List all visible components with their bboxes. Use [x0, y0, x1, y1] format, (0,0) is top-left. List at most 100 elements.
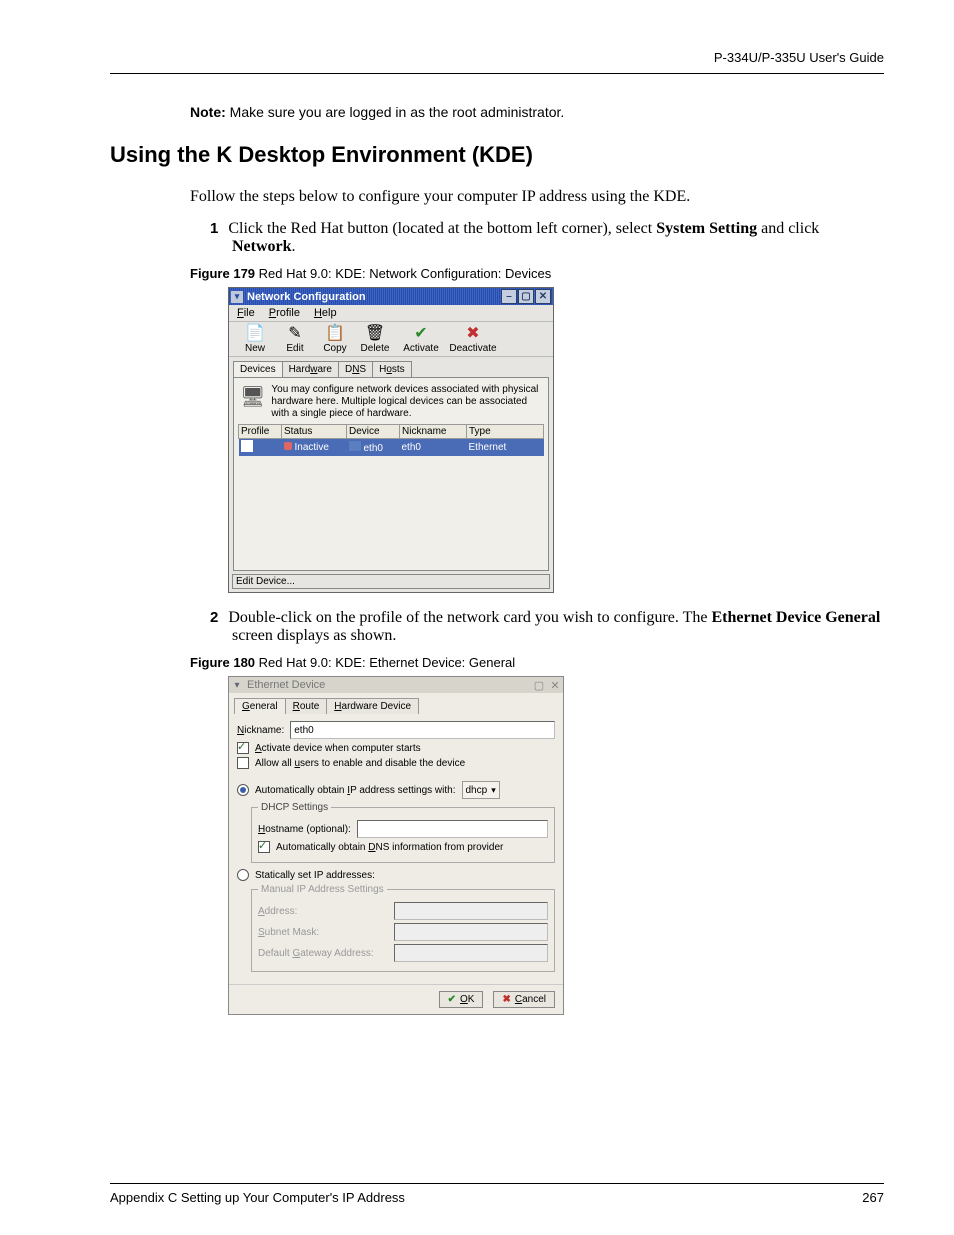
list-empty-area	[238, 456, 544, 566]
network-config-window: ▾ Network Configuration – ▢ ✕ File Profi…	[228, 287, 554, 593]
cell-device: eth0	[347, 439, 400, 457]
tab-hosts[interactable]: Hosts	[372, 361, 412, 377]
devices-table: Profile Status Device Nickname Type Inac…	[238, 424, 544, 456]
allow-users-checkbox[interactable]	[237, 757, 249, 769]
table-row[interactable]: Inactive eth0 eth0 Ethernet	[239, 439, 544, 457]
static-ip-row: Statically set IP addresses:	[237, 869, 555, 881]
gateway-row: Default Gateway Address:	[258, 944, 548, 962]
menu-file[interactable]: File	[237, 307, 255, 319]
step-number: 2	[210, 609, 218, 626]
col-profile[interactable]: Profile	[239, 425, 282, 439]
devices-icon: 🖥	[240, 384, 265, 410]
hostname-input[interactable]	[357, 820, 548, 838]
menu-help[interactable]: Help	[314, 307, 337, 319]
toolbar-edit-label: Edit	[286, 343, 303, 354]
hostname-row: Hostname (optional):	[258, 820, 548, 838]
step-2-bold: Ethernet Device General	[711, 609, 880, 626]
figure-179-text: Red Hat 9.0: KDE: Network Configuration:…	[255, 266, 551, 281]
toolbar-new[interactable]: 📄New	[235, 324, 275, 354]
cell-nickname: eth0	[400, 439, 467, 457]
toolbar-copy[interactable]: 📋Copy	[315, 324, 355, 354]
minimize-button[interactable]: –	[501, 289, 517, 304]
auto-dns-label: Automatically obtain DNS information fro…	[276, 842, 503, 853]
statusbar: Edit Device...	[232, 574, 550, 589]
static-ip-radio[interactable]	[237, 869, 249, 881]
maximize-button[interactable]: ▢	[533, 679, 545, 691]
menu-profile[interactable]: Profile	[269, 307, 300, 319]
dhcp-fieldset: DHCP Settings Hostname (optional): Autom…	[251, 802, 555, 863]
page: P-334U/P-335U User's Guide Note: Make su…	[0, 0, 954, 1235]
cell-status: Inactive	[282, 439, 347, 457]
toolbar-copy-label: Copy	[323, 343, 346, 354]
delete-icon: 🗑	[365, 324, 385, 342]
figure-180-text: Red Hat 9.0: KDE: Ethernet Device: Gener…	[255, 655, 515, 670]
toolbar-edit[interactable]: ✎Edit	[275, 324, 315, 354]
cancel-button[interactable]: ✖Cancel	[493, 991, 555, 1008]
section-heading: Using the K Desktop Environment (KDE)	[110, 142, 884, 168]
auto-dns-checkbox[interactable]	[258, 841, 270, 853]
footer-left: Appendix C Setting up Your Computer's IP…	[110, 1190, 405, 1205]
auto-ip-radio[interactable]	[237, 784, 249, 796]
toolbar-delete-label: Delete	[361, 343, 390, 354]
note-label: Note:	[190, 104, 226, 120]
step-1: 1 Click the Red Hat button (located at t…	[210, 220, 884, 256]
maximize-button[interactable]: ▢	[518, 289, 534, 304]
hostname-label: Hostname (optional):	[258, 824, 351, 835]
device-text: eth0	[364, 443, 383, 454]
tabstrip: General Route Hardware Device	[229, 693, 563, 714]
tab-hardware[interactable]: Hardware	[282, 361, 339, 377]
tab-general[interactable]: General	[234, 698, 286, 714]
tab-dns[interactable]: DNS	[338, 361, 373, 377]
step-2-text-b: screen displays as shown.	[232, 627, 396, 644]
titlebar[interactable]: ▾ Ethernet Device ▢ ✕	[229, 677, 563, 693]
protocol-select[interactable]: dhcp	[462, 781, 500, 799]
step-2: 2 Double-click on the profile of the net…	[210, 609, 884, 645]
close-button[interactable]: ✕	[549, 679, 561, 691]
toolbar-delete[interactable]: 🗑Delete	[355, 324, 395, 354]
tab-hardware-device[interactable]: Hardware Device	[326, 698, 419, 714]
address-label: Address:	[258, 906, 388, 917]
toolbar-deactivate[interactable]: ✖Deactivate	[447, 324, 499, 354]
col-status[interactable]: Status	[282, 425, 347, 439]
window-menu-icon[interactable]: ▾	[231, 679, 243, 691]
window-menu-icon[interactable]: ▾	[231, 291, 243, 303]
static-ip-label: Statically set IP addresses:	[255, 870, 375, 881]
doc-title: P-334U/P-335U User's Guide	[714, 50, 884, 65]
protocol-value: dhcp	[466, 785, 488, 796]
auto-dns-row: Automatically obtain DNS information fro…	[258, 841, 548, 853]
step-2-text-a: Double-click on the profile of the netwo…	[228, 609, 711, 626]
figure-180-caption: Figure 180 Red Hat 9.0: KDE: Ethernet De…	[190, 655, 884, 670]
page-footer: Appendix C Setting up Your Computer's IP…	[110, 1183, 884, 1205]
deactivate-icon: ✖	[463, 324, 483, 342]
address-input	[394, 902, 548, 920]
button-row: ✔OK ✖Cancel	[229, 984, 563, 1014]
footer-page-number: 267	[862, 1190, 884, 1205]
cancel-icon: ✖	[502, 994, 510, 1005]
toolbar-activate[interactable]: ✔Activate	[395, 324, 447, 354]
status-text: Inactive	[295, 442, 329, 453]
activate-row: Activate device when computer starts	[237, 742, 555, 754]
window-title: Ethernet Device	[247, 679, 325, 691]
tab-route[interactable]: Route	[285, 698, 328, 714]
nickname-input[interactable]: eth0	[290, 721, 555, 739]
col-nickname[interactable]: Nickname	[400, 425, 467, 439]
ethernet-device-window: ▾ Ethernet Device ▢ ✕ General Route Hard…	[228, 676, 564, 1015]
figure-180-label: Figure 180	[190, 655, 255, 670]
titlebar[interactable]: ▾ Network Configuration – ▢ ✕	[229, 288, 553, 305]
tab-devices[interactable]: Devices	[233, 361, 283, 377]
status-dot-icon	[284, 442, 292, 450]
activate-icon: ✔	[411, 324, 431, 342]
col-device[interactable]: Device	[347, 425, 400, 439]
subnet-input	[394, 923, 548, 941]
profile-checkbox[interactable]	[241, 440, 253, 452]
ok-icon: ✔	[448, 994, 456, 1005]
tab-body: 🖥 You may configure network devices asso…	[233, 377, 549, 571]
step-number: 1	[210, 220, 218, 237]
ok-button[interactable]: ✔OK	[439, 991, 484, 1008]
toolbar-new-label: New	[245, 343, 265, 354]
activate-label: Activate device when computer starts	[255, 743, 421, 754]
activate-checkbox[interactable]	[237, 742, 249, 754]
col-type[interactable]: Type	[467, 425, 544, 439]
step-1-text-c: .	[292, 238, 296, 255]
close-button[interactable]: ✕	[535, 289, 551, 304]
